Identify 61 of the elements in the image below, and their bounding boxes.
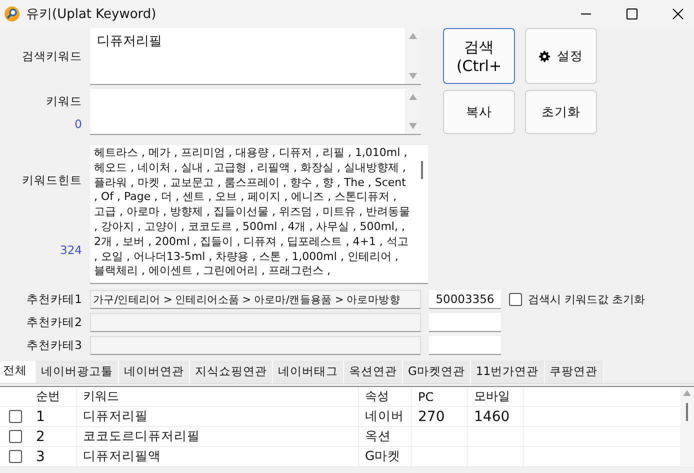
reset-checkbox[interactable]: 검색시 키워드값 초기화 xyxy=(509,292,645,307)
reset-button[interactable]: 초기화 xyxy=(525,90,597,134)
hint-count: 324 xyxy=(60,242,82,256)
table-cell: 3 xyxy=(30,447,77,466)
table-cell: 디퓨저리필액 xyxy=(77,447,359,466)
category-path-field[interactable] xyxy=(90,313,421,332)
keyword-hint-field[interactable]: 헤트라스 , 메가 , 프리미엄 , 대용량 , 디퓨저 , 리필 , 1,010ml , 헤오드 , 네이처 , 실내 , 고급형 , 리필액 , 화장실 , 실내방향제 , 플라워 , 마켓 , 교보문고 , 룸스프레이 , 향수 , 향 , The , Scent , Of , Page , 더 , 센트 , 오브 , 페이지 , 에니즈 , 스톤디퓨저 , 고급 , 아로마 , 방향제 , 집들이선물 , 위즈덤 , 미트유 , 반려동물 , 강아지 , 고양이 , 코코도르 , 500ml , 4개 , 사무실 , 500ml, , 2개 , 보버 , 200ml , 집들이 , 디퓨져 , 딥포레스트 , 4+1 , 석고 , 오일 , 어나더13-5ml , 차량용 , 스톤 , 1,000ml , 인테리어 , 블랙체리 , 에이센트 , 그린에어리 , 프래그런스 , xyxy=(90,145,428,284)
category-path-field[interactable] xyxy=(90,336,421,355)
row-checkbox[interactable] xyxy=(8,450,22,463)
field-label: 키워드힌트 xyxy=(22,172,82,188)
category-code-field[interactable] xyxy=(429,313,501,332)
close-icon[interactable] xyxy=(672,8,684,20)
column-header[interactable]: 키워드 xyxy=(77,387,359,406)
keyword-field[interactable] xyxy=(90,89,421,135)
row-checkbox[interactable] xyxy=(8,430,22,443)
table-cell: 270 xyxy=(412,407,468,426)
column-header[interactable]: 속성 xyxy=(359,387,412,406)
copy-button[interactable]: 복사 xyxy=(443,90,515,134)
tab[interactable]: 네이버연관 xyxy=(119,361,190,383)
search-button[interactable]: 검색 (Ctrl+ xyxy=(443,28,515,84)
table-cell: 코코도르디퓨저리필 xyxy=(77,427,359,446)
tab[interactable]: G마켓연관 xyxy=(403,361,471,383)
keyword-count: 0 xyxy=(74,116,82,130)
field-label: 검색키워드 xyxy=(22,49,82,64)
scrollbar[interactable] xyxy=(680,387,694,467)
scroll-down-icon[interactable] xyxy=(409,123,417,129)
category-code-field[interactable]: 50003356 xyxy=(429,290,501,309)
maximize-icon[interactable] xyxy=(626,8,638,20)
scroll-up-icon[interactable] xyxy=(409,94,417,100)
table-cell: 디퓨저리필 xyxy=(77,407,359,426)
settings-button[interactable]: 설정 xyxy=(525,28,597,84)
table-cell: 1 xyxy=(30,407,77,426)
column-header[interactable]: 순번 xyxy=(30,387,77,406)
tab[interactable]: 네이버태그 xyxy=(273,361,344,383)
scroll-up-icon[interactable] xyxy=(683,390,691,396)
magnifier-icon xyxy=(4,6,20,22)
table-cell: 1460 xyxy=(468,407,524,426)
row-checkbox[interactable] xyxy=(8,410,22,423)
tab[interactable]: 11번가연관 xyxy=(470,361,545,383)
table-cell: 옥션 xyxy=(359,427,412,446)
table-cell: 2 xyxy=(30,427,77,446)
table-cell: 네이버 xyxy=(359,407,412,426)
scroll-down-icon[interactable] xyxy=(409,73,417,79)
tab[interactable]: 전체 xyxy=(0,361,36,383)
column-header[interactable]: PC xyxy=(412,387,468,406)
tab[interactable]: 지식쇼핑연관 xyxy=(190,361,273,383)
category-code-field[interactable] xyxy=(429,336,501,355)
field-label: 추천카테1 xyxy=(26,292,82,307)
tab[interactable]: 옥션연관 xyxy=(344,361,403,383)
scroll-up-icon[interactable] xyxy=(409,33,417,39)
gear-icon xyxy=(539,50,550,62)
tab[interactable]: 쿠팡연관 xyxy=(544,361,604,383)
field-label: 추천카테3 xyxy=(26,338,82,353)
category-path-field[interactable]: 가구/인테리어 > 인테리어소품 > 아로마/캔들용품 > 아로마방향 xyxy=(90,290,421,309)
column-header[interactable]: 모바일 xyxy=(468,387,524,406)
tab[interactable]: 네이버광고툴 xyxy=(36,361,119,383)
field-label: 키워드 xyxy=(46,94,82,108)
window-title: 유키(Uplat Keyword) xyxy=(26,6,156,23)
search-keyword-field[interactable]: 디퓨저리필 xyxy=(90,28,421,85)
table-cell: G마켓 xyxy=(359,447,412,466)
field-label: 추천카테2 xyxy=(26,315,82,330)
